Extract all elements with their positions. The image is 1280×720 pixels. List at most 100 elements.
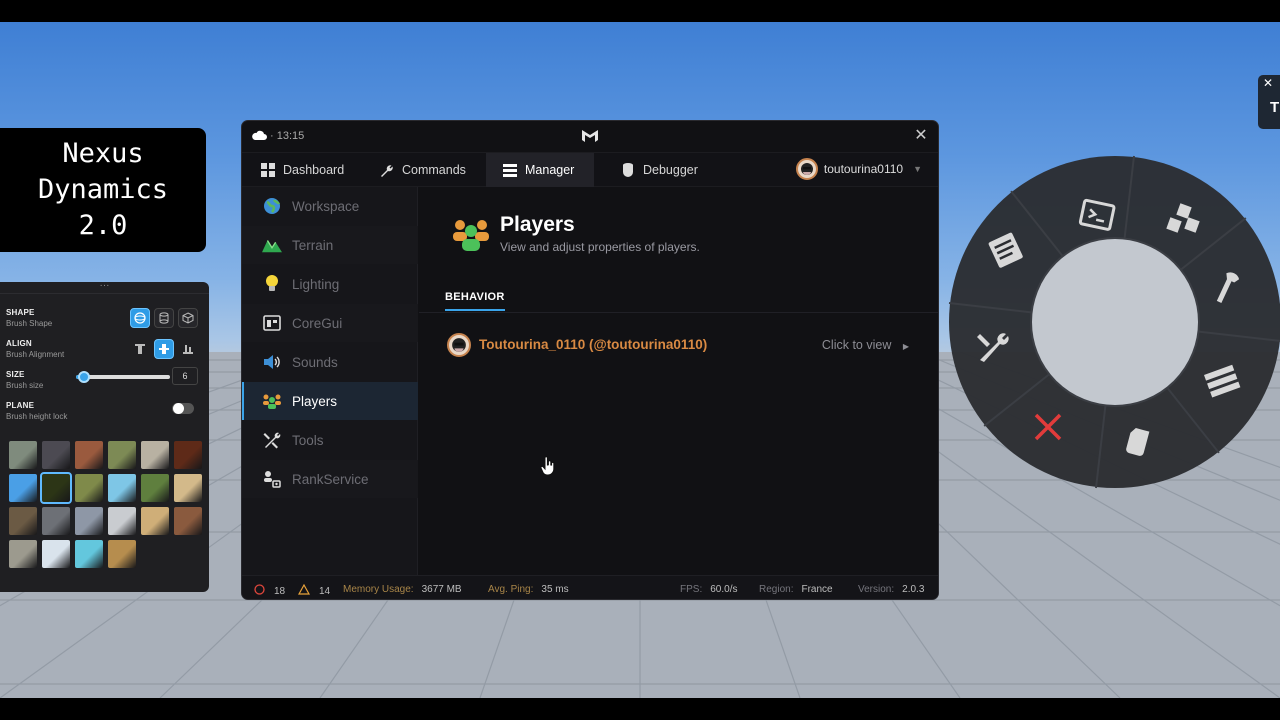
players-header-icon (453, 220, 489, 251)
align-top-icon (135, 344, 145, 354)
align-bottom-button[interactable] (178, 339, 198, 359)
plane-sub: Brush height lock (6, 412, 68, 421)
sidebar-item-lighting[interactable]: Lighting (242, 265, 418, 303)
material-swatch[interactable] (9, 441, 37, 469)
sidebar-label-terrain: Terrain (292, 237, 334, 253)
sidebar-label-workspace: Workspace (292, 198, 360, 214)
material-swatch[interactable] (108, 507, 136, 535)
cube-shape-button[interactable] (178, 308, 198, 328)
brush-size-slider[interactable] (76, 371, 170, 383)
plane-row: PLANE Brush height lock (6, 401, 202, 429)
region-readout: Region: France (759, 584, 833, 595)
window-icon (262, 313, 282, 333)
height-lock-toggle[interactable] (172, 403, 194, 414)
cube-icon (182, 312, 194, 324)
region-value: France (801, 584, 833, 595)
material-swatch[interactable] (174, 441, 202, 469)
material-swatch[interactable] (108, 441, 136, 469)
radial-menu (948, 155, 1280, 489)
material-swatch[interactable] (75, 474, 103, 502)
edge-close-button[interactable]: ✕ (1263, 76, 1273, 90)
player-avatar (447, 333, 471, 357)
brush-size-value[interactable]: 6 (172, 367, 198, 385)
close-window-button[interactable]: ✕ (912, 127, 930, 145)
user-name: toutourina0110 (823, 162, 904, 176)
material-swatch[interactable] (108, 474, 136, 502)
tab-commands-label: Commands (402, 163, 466, 177)
material-swatch[interactable] (42, 540, 70, 568)
tab-manager-label: Manager (525, 163, 575, 177)
material-swatch[interactable] (141, 441, 169, 469)
title-line-3: 2.0 (78, 210, 128, 241)
sidebar-item-players[interactable]: Players (242, 382, 418, 420)
material-swatch[interactable] (75, 540, 103, 568)
fps-label: FPS: (680, 584, 703, 595)
material-swatch[interactable] (40, 472, 72, 504)
align-top-button[interactable] (130, 339, 150, 359)
material-swatch[interactable] (141, 507, 169, 535)
sidebar-label-tools: Tools (292, 432, 324, 448)
main-content: Players View and adjust properties of pl… (419, 187, 938, 575)
material-swatch[interactable] (108, 540, 136, 568)
terrain-icon (262, 235, 282, 255)
material-swatch[interactable] (141, 474, 169, 502)
sidebar-item-workspace[interactable]: Workspace (242, 187, 418, 225)
tab-dashboard[interactable]: Dashboard (244, 153, 360, 187)
error-count[interactable]: 18 (254, 584, 285, 598)
version-readout: Version: 2.0.3 (858, 584, 924, 595)
list-icon (502, 163, 517, 178)
tab-behavior[interactable]: BEHAVIOR (445, 291, 505, 311)
sidebar-label-lighting: Lighting (292, 276, 340, 292)
sidebar-item-terrain[interactable]: Terrain (242, 226, 418, 264)
hand-cursor-icon (540, 456, 555, 476)
version-label: Version: (858, 584, 895, 595)
sidebar: Workspace Terrain Lighting CoreGui Sound… (242, 187, 418, 575)
material-swatch[interactable] (75, 507, 103, 535)
sphere-shape-button[interactable] (130, 308, 150, 328)
sphere-icon (134, 312, 146, 324)
time-value: 13:15 (276, 130, 305, 142)
wrench-icon (379, 163, 394, 178)
error-count-value: 18 (274, 585, 286, 597)
edge-tool-icon[interactable]: T (1270, 99, 1279, 116)
material-swatch[interactable] (174, 507, 202, 535)
player-row[interactable]: Toutourina_0110 (@toutourina0110) Click … (447, 331, 909, 359)
align-center-button[interactable] (154, 339, 174, 359)
title-line-1: Nexus (62, 138, 144, 169)
title-bar[interactable]: · 13:15 ✕ (242, 121, 938, 152)
ping-value: 35 ms (541, 584, 569, 595)
tab-debugger[interactable]: Debugger (604, 153, 714, 187)
sidebar-item-tools[interactable]: Tools (242, 421, 418, 459)
brush-size-slider-knob[interactable] (77, 371, 90, 383)
sidebar-item-rankservice[interactable]: RankService (242, 460, 418, 498)
chevron-down-icon: ▼ (913, 164, 922, 174)
cylinder-shape-button[interactable] (154, 308, 174, 328)
dashboard-icon (260, 163, 275, 178)
material-swatch[interactable] (75, 441, 103, 469)
page-subtitle: View and adjust properties of players. (500, 240, 700, 254)
material-swatch[interactable] (42, 507, 70, 535)
material-swatch[interactable] (42, 441, 70, 469)
tab-bar: Dashboard Commands Manager Debugger tout… (242, 152, 938, 187)
material-swatch[interactable] (9, 540, 37, 568)
sidebar-item-coregui[interactable]: CoreGui (242, 304, 418, 342)
size-row: SIZE Brush size 6 (6, 367, 202, 398)
status-bar: 18 14 Memory Usage: 3677 MB Avg. Ping: 3… (242, 575, 938, 599)
material-swatch[interactable] (174, 474, 202, 502)
fps-value: 60.0/s (710, 584, 738, 595)
warning-count[interactable]: 14 (297, 583, 330, 598)
material-swatch[interactable] (9, 507, 37, 535)
error-icon (254, 584, 265, 598)
player-name: Toutourina_0110 (@toutourina0110) (479, 337, 708, 352)
tab-manager[interactable]: Manager (486, 153, 594, 187)
fps-readout: FPS: 60.0/s (680, 584, 737, 595)
click-to-view-link[interactable]: Click to view ▶ (822, 338, 909, 352)
title-card: Nexus Dynamics 2.0 (0, 128, 206, 252)
panel-drag-handle[interactable]: ··· (0, 281, 209, 294)
material-swatch[interactable] (9, 474, 37, 502)
tab-debugger-label: Debugger (643, 163, 698, 177)
user-menu[interactable]: toutourina0110 ▼ (795, 158, 922, 180)
tab-commands[interactable]: Commands (363, 153, 482, 187)
sidebar-item-sounds[interactable]: Sounds (242, 343, 418, 381)
cloud-icon (252, 130, 267, 140)
